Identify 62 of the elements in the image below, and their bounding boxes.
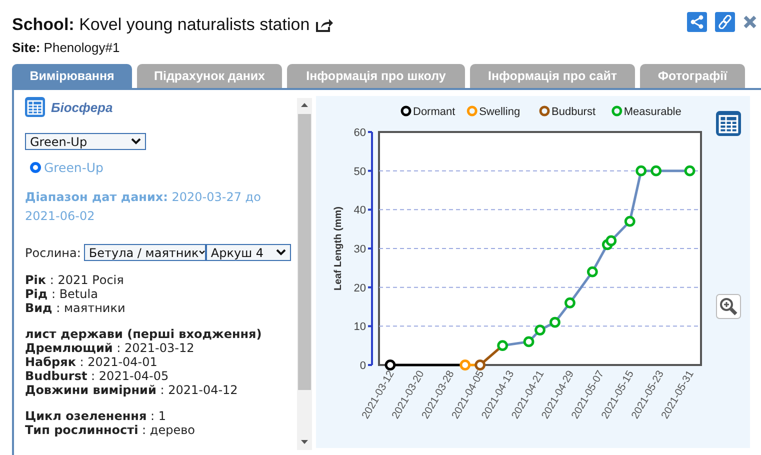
legend-item[interactable]: Measurable	[612, 106, 682, 118]
info-line: Набряк : 2021-04-01	[25, 355, 158, 369]
info-line: Цикл озеленення : 1	[25, 409, 167, 423]
y-axis-title: Leaf Length (mm)	[333, 206, 344, 290]
info-line: Довжини вимірний : 2021-04-12	[25, 383, 239, 397]
y-tick-label: 10	[354, 321, 366, 334]
data-point	[460, 360, 471, 370]
y-tick-label: 50	[354, 166, 366, 178]
legend-item[interactable]: Dormant	[400, 106, 456, 118]
legend-item[interactable]: Budburst	[539, 106, 596, 118]
group-heading: лист держави (перші входження)	[25, 327, 263, 341]
y-tick-label: 30	[354, 244, 366, 256]
info-line: Дремлющий : 2021-03-12	[25, 341, 196, 355]
info-line: Рік : 2021 Росія	[25, 273, 125, 287]
data-point	[650, 165, 662, 176]
table-icon[interactable]	[716, 111, 741, 136]
plant-dropdown[interactable]: Бетула / маятник	[84, 244, 206, 261]
external-link-icon[interactable]	[316, 18, 333, 32]
info-line: Вид : маятники	[25, 301, 126, 315]
legend-label: Budburst	[552, 106, 596, 118]
y-tick-label: 20	[354, 282, 366, 294]
y-tick-label: 0	[360, 360, 366, 372]
plant-label: Рослина:	[25, 246, 81, 260]
y-tick-label: 60	[354, 127, 366, 139]
close-icon[interactable]	[743, 15, 757, 29]
data-point	[497, 340, 508, 352]
data-point	[384, 360, 396, 370]
table-icon[interactable]	[25, 97, 45, 117]
legend-label: Swelling	[479, 106, 520, 118]
info-line: Рід : Betula	[25, 287, 99, 301]
legend-item[interactable]: Swelling	[466, 106, 520, 118]
data-point	[636, 165, 647, 176]
zoom-in-icon[interactable]	[716, 294, 741, 319]
link-button[interactable]	[715, 12, 735, 32]
scrollbar[interactable]	[297, 98, 312, 450]
data-point	[624, 216, 636, 227]
tab[interactable]: Вимірювання	[12, 64, 132, 88]
protocol-dropdown[interactable]: Green-Up	[25, 133, 146, 150]
y-tick-label: 40	[354, 204, 366, 217]
sheet-dropdown[interactable]: Аркуш 4	[206, 244, 291, 261]
data-point	[534, 324, 546, 336]
data-point	[586, 266, 598, 278]
info-line: Budburst : 2021-04-05	[25, 369, 170, 383]
radio-button[interactable]	[30, 162, 41, 173]
legend-label: Dormant	[413, 106, 456, 118]
school-name: School: Kovel young naturalists station	[12, 15, 310, 35]
legend-label: Measurable	[624, 106, 682, 118]
radio-label: Green-Up	[44, 160, 104, 175]
data-point	[550, 316, 560, 328]
data-point	[474, 360, 486, 370]
caret-icon	[276, 249, 286, 256]
data-point	[606, 235, 617, 246]
section-title: Біосфера	[51, 100, 113, 114]
data-point	[523, 336, 534, 348]
caret-icon	[131, 138, 141, 145]
data-point	[564, 297, 576, 308]
data-point	[684, 165, 696, 176]
info-line: Тип рослинності : дерево	[25, 423, 196, 437]
caret-icon	[198, 249, 205, 256]
site-name: Site: Phenology#1	[11, 39, 121, 57]
share-button[interactable]	[687, 12, 707, 32]
date-range: Діапазон дат даних: 2020-03-27 до 2021-06-02	[25, 189, 262, 225]
